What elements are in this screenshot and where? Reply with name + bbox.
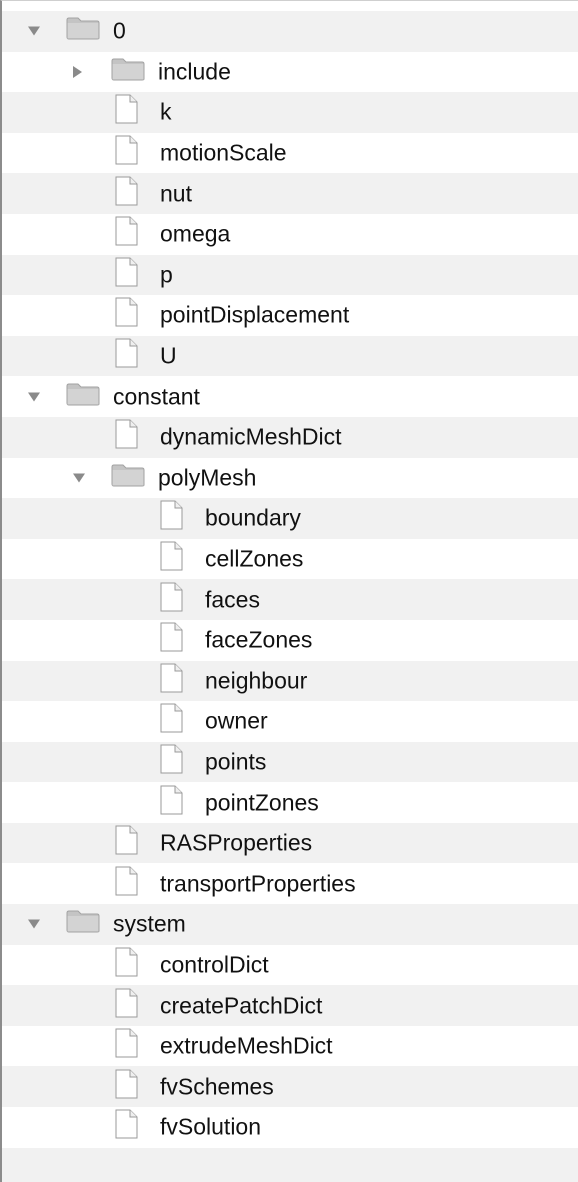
file-row[interactable]: points xyxy=(2,741,578,783)
document-icon xyxy=(114,988,138,1024)
item-label: fvSolution xyxy=(160,1113,262,1140)
folder-icon xyxy=(66,16,100,46)
document-icon xyxy=(159,541,183,577)
file-row[interactable]: omega xyxy=(2,213,578,255)
item-label: dynamicMeshDict xyxy=(160,423,342,450)
document-icon xyxy=(114,825,138,861)
document-icon xyxy=(159,582,183,618)
file-row[interactable]: controlDict xyxy=(2,944,578,986)
item-label: faces xyxy=(205,586,260,613)
document-icon xyxy=(114,947,138,983)
file-tree: 0 include k motionScale nut omega p pointDispla… xyxy=(2,11,578,1182)
item-label: nut xyxy=(160,180,192,207)
file-row[interactable]: neighbour xyxy=(2,660,578,702)
file-row[interactable]: RASProperties xyxy=(2,822,578,864)
folder-icon xyxy=(66,382,100,412)
item-label: cellZones xyxy=(205,545,304,572)
item-label: points xyxy=(205,748,267,775)
file-row[interactable]: extrudeMeshDict xyxy=(2,1025,578,1067)
file-row[interactable]: nut xyxy=(2,173,578,214)
file-row[interactable]: cellZones xyxy=(2,538,578,580)
file-row[interactable]: transportProperties xyxy=(2,863,578,905)
file-row[interactable]: createPatchDict xyxy=(2,985,578,1026)
folder-icon xyxy=(111,57,145,87)
document-icon xyxy=(159,622,183,658)
document-icon xyxy=(114,1109,138,1145)
document-icon xyxy=(114,1069,138,1105)
document-icon xyxy=(159,744,183,780)
file-row[interactable]: fvSchemes xyxy=(2,1066,578,1108)
item-label: createPatchDict xyxy=(160,992,323,1019)
disclosure-triangle-down-icon[interactable] xyxy=(73,473,85,483)
document-icon xyxy=(114,297,138,333)
empty-row xyxy=(2,1147,578,1182)
item-label: system xyxy=(113,910,186,937)
file-row[interactable]: k xyxy=(2,92,578,133)
file-row[interactable]: faces xyxy=(2,579,578,620)
item-label: k xyxy=(160,98,172,125)
item-label: polyMesh xyxy=(158,464,257,491)
document-icon xyxy=(159,500,183,536)
file-row[interactable]: motionScale xyxy=(2,132,578,174)
folder-row[interactable]: polyMesh xyxy=(2,457,578,499)
disclosure-triangle-right-icon[interactable] xyxy=(73,65,82,78)
item-label: neighbour xyxy=(205,667,308,694)
disclosure-triangle-down-icon[interactable] xyxy=(28,919,40,929)
document-icon xyxy=(114,176,138,212)
document-icon xyxy=(114,419,138,455)
document-icon xyxy=(114,216,138,252)
item-label: faceZones xyxy=(205,626,313,653)
document-icon xyxy=(114,1028,138,1064)
item-label: constant xyxy=(113,383,200,410)
disclosure-triangle-down-icon[interactable] xyxy=(28,26,40,36)
item-label: include xyxy=(158,58,231,85)
item-label: 0 xyxy=(113,17,126,44)
document-icon xyxy=(114,866,138,902)
item-label: transportProperties xyxy=(160,870,356,897)
item-label: owner xyxy=(205,707,268,734)
disclosure-triangle-down-icon[interactable] xyxy=(28,392,40,402)
folder-row[interactable]: include xyxy=(2,51,578,93)
document-icon xyxy=(159,785,183,821)
file-row[interactable]: pointDisplacement xyxy=(2,295,578,336)
item-label: controlDict xyxy=(160,951,269,978)
item-label: omega xyxy=(160,220,231,247)
document-icon xyxy=(114,135,138,171)
item-label: U xyxy=(160,342,177,369)
file-row[interactable]: pointZones xyxy=(2,782,578,823)
folder-icon xyxy=(66,909,100,939)
document-icon xyxy=(114,257,138,293)
folder-row[interactable]: 0 xyxy=(2,11,578,52)
document-icon xyxy=(114,94,138,130)
item-label: fvSchemes xyxy=(160,1073,274,1100)
item-label: extrudeMeshDict xyxy=(160,1032,333,1059)
file-row[interactable]: faceZones xyxy=(2,619,578,661)
item-label: RASProperties xyxy=(160,829,313,856)
document-icon xyxy=(159,663,183,699)
folder-row[interactable]: constant xyxy=(2,376,578,417)
folder-icon xyxy=(111,463,145,493)
file-row[interactable]: dynamicMeshDict xyxy=(2,416,578,458)
document-icon xyxy=(114,338,138,374)
document-icon xyxy=(159,703,183,739)
item-label: motionScale xyxy=(160,139,287,166)
item-label: p xyxy=(160,261,173,288)
item-label: pointDisplacement xyxy=(160,301,350,328)
file-row[interactable]: fvSolution xyxy=(2,1107,578,1148)
file-browser-panel: 0 include k motionScale nut omega p pointDispla… xyxy=(0,0,578,1182)
file-row[interactable]: U xyxy=(2,335,578,377)
file-row[interactable]: p xyxy=(2,254,578,296)
file-row[interactable]: boundary xyxy=(2,498,578,539)
file-row[interactable]: owner xyxy=(2,701,578,742)
folder-row[interactable]: system xyxy=(2,904,578,945)
item-label: pointZones xyxy=(205,789,319,816)
item-label: boundary xyxy=(205,504,301,531)
